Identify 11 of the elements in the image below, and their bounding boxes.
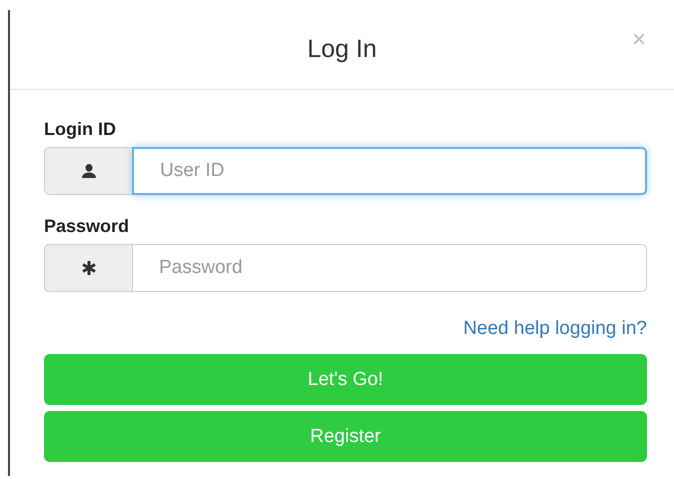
submit-button[interactable]: Register — [44, 411, 647, 462]
help-link[interactable]: Need help logging in? — [463, 318, 647, 340]
asterisk-icon — [82, 261, 96, 275]
close-button[interactable]: × — [632, 28, 646, 52]
input-field[interactable]: Password — [132, 244, 647, 292]
dialog-title: Log In — [307, 35, 377, 64]
field-label: Login ID — [44, 119, 117, 140]
submit-button[interactable]: Let's Go! — [44, 354, 647, 405]
user-icon — [80, 163, 96, 179]
field-label: Password — [44, 216, 130, 237]
input-field[interactable]: User ID — [132, 147, 647, 195]
